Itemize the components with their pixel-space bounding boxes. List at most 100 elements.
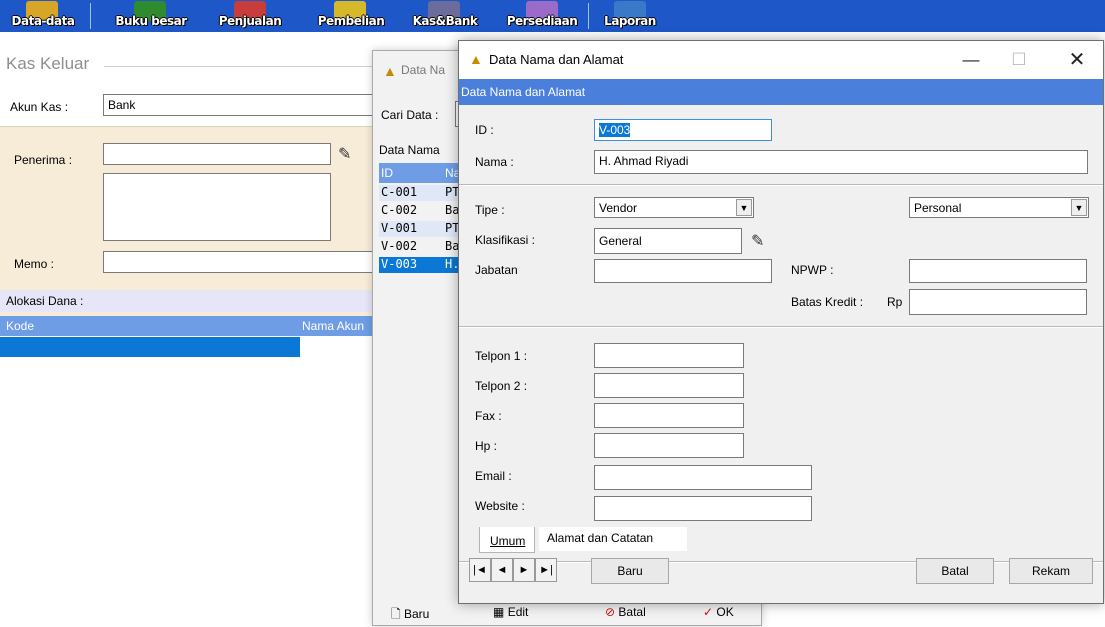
- email-field[interactable]: [594, 465, 812, 490]
- batal-button-label: Batal: [618, 605, 646, 619]
- toolbar-laporan[interactable]: Laporan: [594, 0, 666, 32]
- minimize-icon[interactable]: —: [949, 45, 993, 75]
- npwp-label: NPWP :: [791, 263, 834, 277]
- toolbar-label: Data-data: [11, 14, 75, 28]
- list-column-header: ID Na: [379, 163, 463, 183]
- divider: [459, 184, 1103, 186]
- telpon2-label: Telpon 2 :: [475, 379, 528, 393]
- dialog-subtitle: Data Nama dan Alamat: [459, 79, 1103, 105]
- table-row-selected[interactable]: [0, 337, 300, 357]
- toolbar-pembelian[interactable]: Pembelian: [308, 0, 394, 32]
- telpon2-field[interactable]: [594, 373, 744, 398]
- edit-icon: ▦: [493, 605, 505, 619]
- npwp-field[interactable]: [909, 259, 1087, 283]
- email-label: Email :: [475, 469, 512, 483]
- list-item-id: V-003: [381, 257, 418, 271]
- fax-field[interactable]: [594, 403, 744, 428]
- first-record-button[interactable]: |◄: [469, 558, 491, 582]
- tab-umum-label: Umum: [490, 534, 526, 548]
- batas-kredit-field[interactable]: [909, 289, 1087, 315]
- batal-button[interactable]: ⊘ Batal: [605, 605, 646, 619]
- toolbar-separator: [90, 3, 91, 29]
- tipe-value: Vendor: [599, 201, 638, 215]
- batas-kredit-label: Batas Kredit :: [791, 295, 864, 309]
- personal-value: Personal: [914, 201, 962, 215]
- toolbar-label: Penjualan: [218, 14, 282, 28]
- toolbar-buku-besar[interactable]: Buku besar: [108, 0, 194, 32]
- memo-field[interactable]: [103, 251, 376, 273]
- app-icon: ▲: [383, 63, 397, 79]
- data-nama-dialog: ▲ Data Nama dan Alamat — ☐ ✕ Data Nama d…: [458, 40, 1104, 604]
- form-title: Kas Keluar: [6, 54, 90, 73]
- batal-button[interactable]: Batal: [916, 558, 994, 584]
- personal-select[interactable]: Personal ▼: [909, 197, 1089, 218]
- tab-alamat-catatan[interactable]: Alamat dan Catatan: [539, 527, 687, 551]
- toolbar-penjualan[interactable]: Penjualan: [210, 0, 290, 32]
- akun-kas-field[interactable]: Bank: [103, 94, 376, 116]
- toolbar-persediaan[interactable]: Persediaan: [500, 0, 584, 32]
- toolbar-label: Persediaan: [506, 14, 578, 28]
- toolbar-label: Pembelian: [317, 14, 385, 28]
- paperclip-icon[interactable]: ✎: [338, 144, 351, 164]
- baru-button-label: Baru: [404, 607, 430, 621]
- tipe-select[interactable]: Vendor ▼: [594, 197, 754, 218]
- column-id[interactable]: ID: [381, 166, 393, 180]
- list-item[interactable]: V-002 Ba: [379, 239, 463, 255]
- penerima-label: Penerima :: [14, 153, 73, 167]
- website-field[interactable]: [594, 496, 812, 521]
- maximize-icon[interactable]: ☐: [997, 45, 1041, 75]
- list-item[interactable]: C-002 Ba: [379, 203, 463, 219]
- toolbar-kas-bank[interactable]: Kas&Bank: [408, 0, 482, 32]
- list-header: Data Nama: [379, 143, 440, 157]
- tab-umum[interactable]: Umum: [479, 527, 535, 553]
- list-item-id: C-002: [381, 203, 418, 217]
- alokasi-table-header: Kode Nama Akun: [0, 316, 376, 336]
- title-divider: [104, 66, 376, 67]
- last-record-button[interactable]: ►|: [535, 558, 557, 582]
- klasifikasi-field[interactable]: General: [594, 228, 742, 254]
- paperclip-icon[interactable]: ✎: [751, 231, 764, 251]
- tab-alamat-label: Alamat dan Catatan: [547, 531, 654, 545]
- jabatan-field[interactable]: [594, 259, 772, 283]
- hp-field[interactable]: [594, 433, 744, 458]
- app-icon: ▲: [469, 51, 483, 67]
- toolbar-data-data[interactable]: Data-data: [2, 0, 84, 32]
- rekam-button[interactable]: Rekam: [1009, 558, 1093, 584]
- column-kode[interactable]: Kode: [6, 319, 34, 333]
- chevron-down-icon[interactable]: ▼: [1071, 199, 1087, 216]
- list-item[interactable]: C-001 PT: [379, 185, 463, 201]
- prev-record-button[interactable]: ◄: [491, 558, 513, 582]
- telpon1-label: Telpon 1 :: [475, 349, 528, 363]
- telpon1-field[interactable]: [594, 343, 744, 368]
- nama-field[interactable]: H. Ahmad Riyadi: [594, 150, 1088, 174]
- baru-button[interactable]: Baru: [591, 558, 669, 584]
- address-box: [103, 173, 331, 241]
- toolbar-label: Buku besar: [115, 14, 187, 28]
- ok-button[interactable]: ✓ OK: [703, 605, 734, 619]
- alokasi-label: Alokasi Dana :: [6, 294, 84, 308]
- dialog-titlebar[interactable]: ▲ Data Nama dan Alamat — ☐ ✕: [459, 41, 1103, 79]
- window-title: Data Na: [401, 63, 446, 77]
- chevron-down-icon[interactable]: ▼: [736, 199, 752, 216]
- penerima-field[interactable]: [103, 143, 331, 165]
- column-nama-akun[interactable]: Nama Akun: [302, 319, 364, 333]
- list-item-selected[interactable]: V-003 H.: [379, 257, 463, 273]
- id-label: ID :: [475, 123, 494, 137]
- divider: [459, 326, 1103, 328]
- id-field[interactable]: V-003: [594, 119, 772, 141]
- klasifikasi-label: Klasifikasi :: [475, 233, 536, 247]
- new-document-icon: 🗋: [391, 607, 401, 621]
- next-record-button[interactable]: ►: [513, 558, 535, 582]
- akun-kas-label: Akun Kas :: [10, 100, 69, 114]
- tipe-label: Tipe :: [475, 203, 505, 217]
- check-icon: ✓: [703, 605, 714, 619]
- close-icon[interactable]: ✕: [1055, 45, 1099, 75]
- list-item[interactable]: V-001 PT: [379, 221, 463, 237]
- cancel-icon: ⊘: [605, 605, 616, 619]
- baru-button[interactable]: 🗋 Baru: [391, 605, 429, 626]
- edit-button[interactable]: ▦ Edit: [493, 605, 528, 619]
- toolbar-separator: [588, 3, 589, 29]
- nama-label: Nama :: [475, 155, 514, 169]
- toolbar-label: Laporan: [604, 14, 656, 28]
- fax-label: Fax :: [475, 409, 502, 423]
